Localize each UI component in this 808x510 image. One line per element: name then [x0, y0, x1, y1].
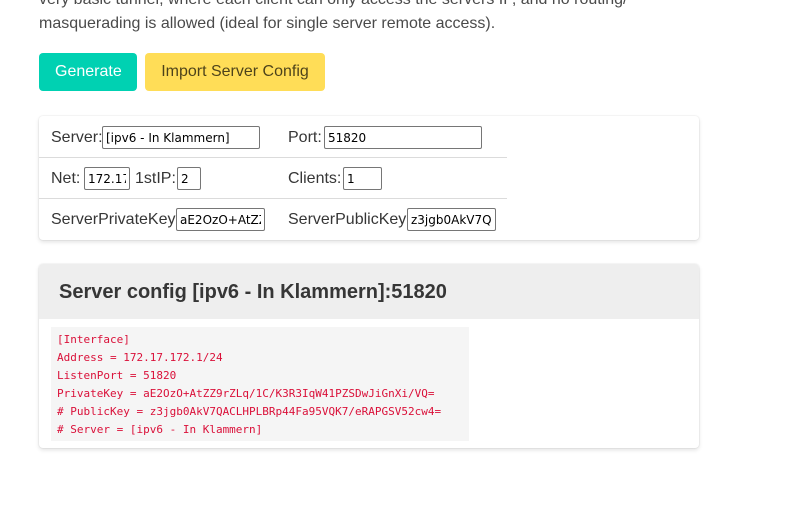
first-ip-input[interactable] — [177, 167, 201, 190]
import-server-config-button[interactable]: Import Server Config — [145, 53, 325, 91]
port-input[interactable] — [324, 126, 482, 149]
config-line: # Server = [ipv6 - In Klammern] — [57, 423, 263, 436]
port-label: Port: — [288, 129, 322, 146]
config-line: Address = 172.17.172.1/24 — [57, 351, 223, 364]
server-input[interactable] — [102, 126, 260, 149]
server-private-key-label: ServerPrivateKey: — [51, 211, 180, 228]
server-public-key-input[interactable] — [407, 208, 496, 231]
clients-label: Clients: — [288, 170, 342, 187]
page: very basic tunnel, where each client can… — [0, 0, 808, 510]
net-input[interactable] — [84, 167, 130, 190]
server-config-header: Server config [ipv6 - In Klammern]:51820 — [39, 264, 699, 319]
intro-line-1: very basic tunnel, where each client can… — [39, 0, 627, 8]
server-public-key-label: ServerPublicKey: — [288, 211, 411, 228]
params-row-net: Net: 1stIP: Clients: — [39, 157, 507, 199]
server-config-card: Server config [ipv6 - In Klammern]:51820… — [39, 264, 699, 448]
config-line: # PublicKey = z3jgb0AkV7QACLHPLBRp44Fa95… — [57, 405, 442, 418]
server-config-code: [Interface] Address = 172.17.172.1/24 List… — [51, 327, 469, 441]
config-line: [Interface] — [57, 333, 130, 346]
server-config-title: Server config [ipv6 - In Klammern]:51820 — [59, 281, 447, 303]
first-ip-label: 1stIP: — [135, 170, 176, 187]
intro-line-2: masquerading is allowed (ideal for singl… — [39, 15, 496, 32]
config-line: ListenPort = 51820 — [57, 369, 177, 382]
clients-input[interactable] — [343, 167, 382, 190]
net-label: Net: — [51, 170, 81, 187]
config-line: PrivateKey = aE2OzO+AtZZ9rZLq/1C/K3R3IqW… — [57, 387, 435, 400]
params-row-server: Server: Port: — [39, 116, 507, 158]
intro-text: very basic tunnel, where each client can… — [39, 0, 679, 36]
server-private-key-input[interactable] — [176, 208, 265, 231]
generate-button[interactable]: Generate — [39, 53, 137, 91]
server-label: Server: — [51, 129, 103, 146]
params-row-keys: ServerPrivateKey: ServerPublicKey: — [39, 198, 507, 239]
server-params-card: Server: Port: Net: 1stIP: Clients: Serve… — [39, 116, 699, 240]
